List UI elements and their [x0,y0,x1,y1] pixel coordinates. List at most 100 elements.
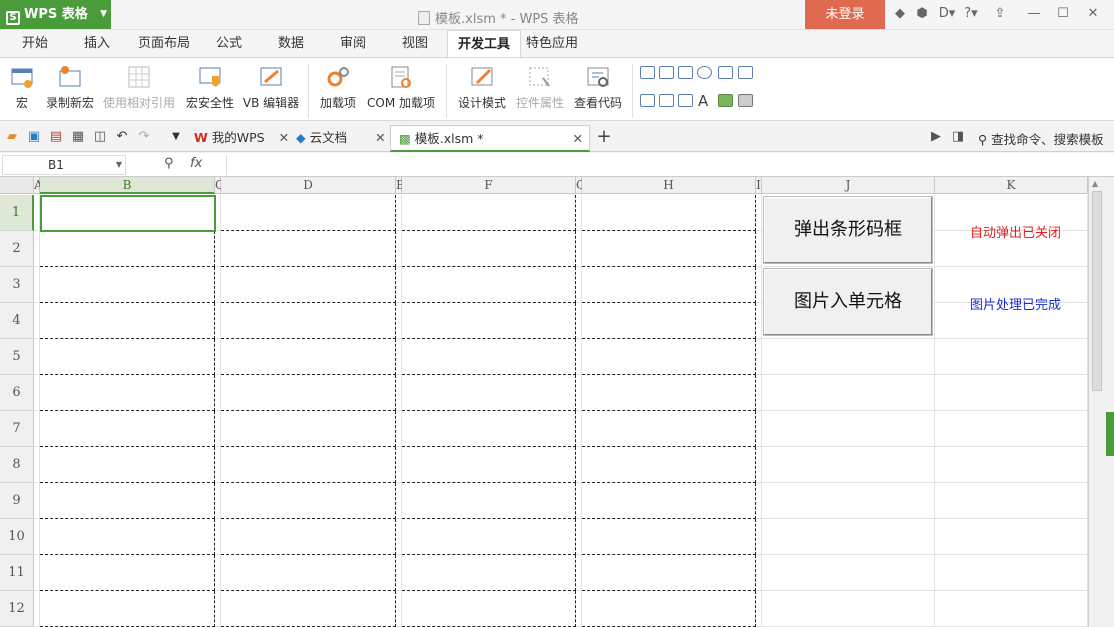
name-box[interactable]: B1 ▼ [2,155,126,175]
table-cell[interactable] [40,447,215,483]
tab-formula[interactable]: 公式 [206,30,252,57]
table-cell[interactable] [576,555,582,591]
com-addins-button[interactable]: COM 加载项 [364,62,438,118]
spin-control-icon[interactable] [659,94,674,107]
table-cell[interactable] [935,591,1088,627]
col-header-f[interactable]: F [402,177,576,194]
table-cell[interactable] [221,591,396,627]
checkbox-control-icon[interactable] [640,66,655,79]
table-cell[interactable] [935,519,1088,555]
table-cell[interactable] [582,195,756,231]
tab-my-wps[interactable]: W 我的WPS ✕ [186,125,297,152]
print-preview-icon[interactable]: ◫ [92,129,108,145]
image-control-icon[interactable] [718,94,733,107]
table-cell[interactable] [215,303,221,339]
select-all-corner[interactable] [0,177,34,194]
scrollbar-thumb[interactable] [1092,191,1102,391]
scroll-control-icon[interactable] [678,94,693,107]
table-cell[interactable] [402,267,576,303]
print-icon[interactable]: ▦ [70,129,86,145]
fx-icon[interactable]: fx [190,155,202,173]
more-controls-icon[interactable] [738,94,753,107]
pin-icon[interactable]: ◨ [950,129,966,145]
table-cell[interactable] [582,303,756,339]
row-header-10[interactable]: 10 [0,519,34,555]
control-properties-button[interactable]: 控件属性 [512,62,568,118]
table-cell[interactable] [402,375,576,411]
table-cell[interactable] [576,447,582,483]
table-cell[interactable] [582,267,756,303]
table-cell[interactable] [576,519,582,555]
row-header-8[interactable]: 8 [0,447,34,483]
design-mode-button[interactable]: 设计模式 [454,62,510,118]
table-cell[interactable] [935,483,1088,519]
table-cell[interactable] [40,267,215,303]
table-cell[interactable] [935,555,1088,591]
view-code-button[interactable]: 查看代码 [570,62,626,118]
table-cell[interactable] [576,375,582,411]
row-header-12[interactable]: 12 [0,591,34,627]
chevron-down-icon[interactable]: ▼ [168,129,184,145]
table-cell[interactable] [582,231,756,267]
tab-review[interactable]: 审阅 [330,30,376,57]
upload-icon[interactable]: ⇪ [992,6,1008,22]
table-cell[interactable] [215,555,221,591]
table-cell[interactable] [221,339,396,375]
table-cell[interactable] [34,591,40,627]
minimize-icon[interactable]: — [1026,6,1042,22]
table-cell[interactable] [396,483,402,519]
table-cell[interactable] [582,591,756,627]
table-cell[interactable] [576,591,582,627]
button-control-icon[interactable] [678,66,693,79]
table-cell[interactable] [935,411,1088,447]
tab-special[interactable]: 特色应用 [516,30,588,57]
table-cell[interactable] [402,555,576,591]
table-cell[interactable] [40,591,215,627]
table-cell[interactable] [582,411,756,447]
side-panel-handle[interactable] [1106,412,1114,456]
picture-to-cell-button[interactable]: 图片入单元格 [763,268,933,336]
row-header-4[interactable]: 4 [0,303,34,339]
table-cell[interactable] [34,339,40,375]
table-cell[interactable] [396,447,402,483]
login-button[interactable]: 未登录 [805,0,885,29]
table-cell[interactable] [582,339,756,375]
tab-view[interactable]: 视图 [392,30,438,57]
table-cell[interactable] [582,483,756,519]
table-cell[interactable] [935,375,1088,411]
macro-button[interactable]: 宏 [4,62,40,118]
skin-icon[interactable]: ◆ [892,6,908,22]
row-header-3[interactable]: 3 [0,267,34,303]
table-cell[interactable] [215,519,221,555]
barcode-popup-button[interactable]: 弹出条形码框 [763,196,933,264]
relative-reference-button[interactable]: 使用相对引用 [100,62,178,118]
table-cell[interactable] [402,231,576,267]
listbox-control-icon[interactable] [718,66,733,79]
toggle-control-icon[interactable] [640,94,655,107]
table-cell[interactable] [396,303,402,339]
table-cell[interactable] [582,519,756,555]
table-cell[interactable] [396,591,402,627]
table-cell[interactable] [221,555,396,591]
macro-security-button[interactable]: 宏安全性 [182,62,238,118]
tab-insert[interactable]: 插入 [74,30,120,57]
table-cell[interactable] [221,195,396,231]
table-cell[interactable] [215,483,221,519]
table-cell[interactable] [576,339,582,375]
close-icon[interactable]: ✕ [375,130,385,145]
tab-page-layout[interactable]: 页面布局 [128,30,200,57]
table-cell[interactable] [762,555,935,591]
table-cell[interactable] [935,339,1088,375]
record-macro-button[interactable]: 录制新宏 [42,62,98,118]
save-icon[interactable]: ▣ [26,129,42,145]
table-cell[interactable] [396,195,402,231]
table-cell[interactable] [215,375,221,411]
addins-button[interactable]: 加载项 [316,62,360,118]
open-icon[interactable]: ▰ [4,129,20,145]
present-icon[interactable]: ▶ [928,129,944,145]
table-cell[interactable] [396,267,402,303]
row-header-1[interactable]: 1 [0,195,34,231]
table-cell[interactable] [396,375,402,411]
tab-data[interactable]: 数据 [268,30,314,57]
vb-editor-button[interactable]: VB 编辑器 [240,62,302,118]
